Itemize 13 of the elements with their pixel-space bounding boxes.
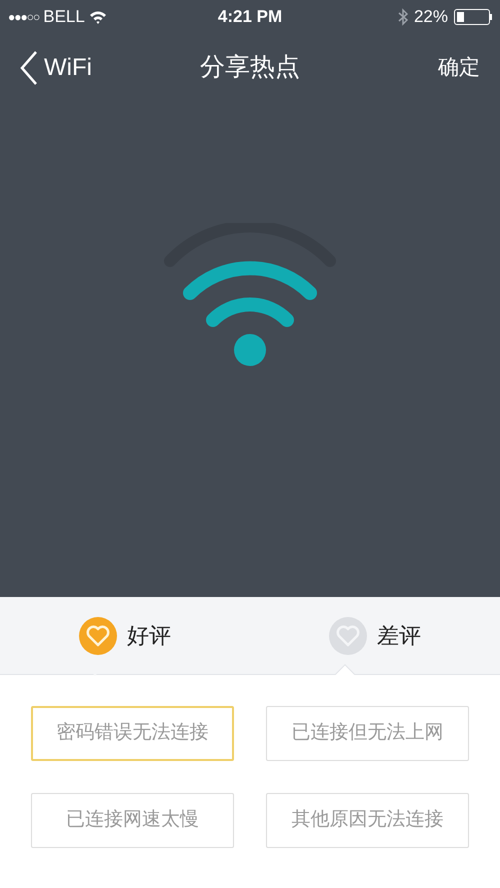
signal-strength: ●●●○○ <box>8 8 40 26</box>
battery-percent: 22% <box>414 6 448 28</box>
page-title: 分享热点 <box>200 52 300 84</box>
back-button[interactable]: WiFi <box>20 50 150 86</box>
back-chevron-icon <box>20 51 38 85</box>
rating-option[interactable]: 差评 <box>329 616 421 654</box>
confirm-button[interactable]: 确定 <box>438 52 480 84</box>
status-time: 4:21 PM <box>218 6 282 28</box>
rating-option[interactable]: 好评 <box>79 616 171 654</box>
battery-icon <box>454 8 492 24</box>
wifi-icon <box>88 10 107 24</box>
carrier-name: BELL <box>43 6 85 28</box>
bluetooth-icon <box>398 8 408 26</box>
